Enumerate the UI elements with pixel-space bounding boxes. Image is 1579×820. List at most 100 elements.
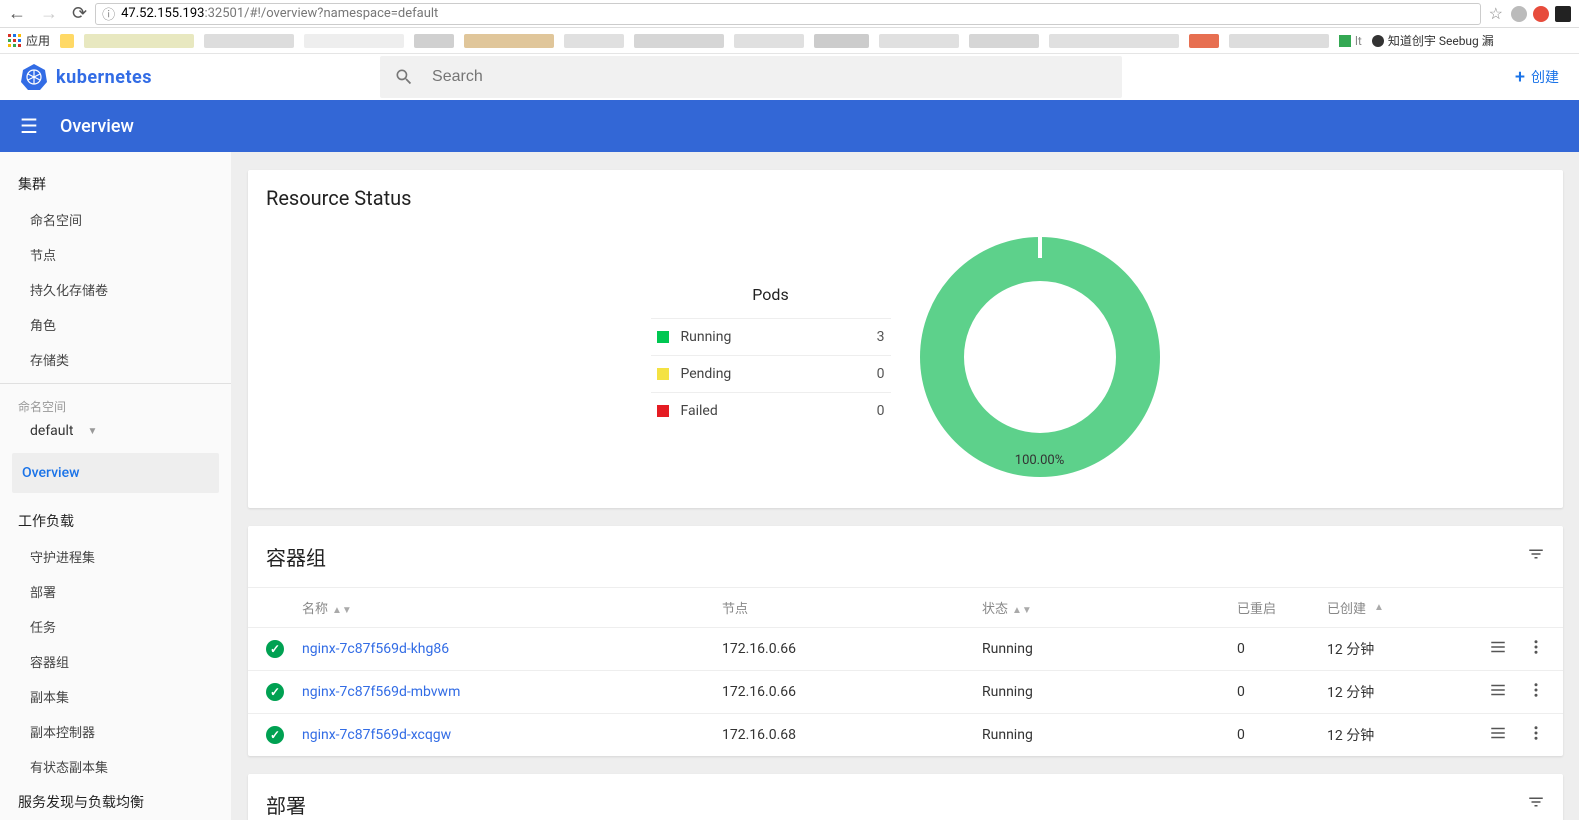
pod-name-link[interactable]: nginx-7c87f569d-xcqgw — [302, 727, 722, 743]
namespace-label: 命名空间 — [0, 390, 231, 415]
sidebar-item-pods[interactable]: 容器组 — [0, 644, 231, 679]
filter-icon[interactable] — [1527, 545, 1545, 568]
bookmark-item[interactable] — [1229, 34, 1329, 48]
bookmark-item[interactable] — [304, 34, 404, 48]
bookmark-item[interactable] — [814, 34, 869, 48]
bookmark-item[interactable] — [564, 34, 624, 48]
namespace-select[interactable]: default ▼ — [0, 415, 231, 453]
bookmark-item[interactable] — [60, 34, 74, 48]
sidebar-item-overview[interactable]: Overview — [12, 453, 219, 493]
pod-restarts: 0 — [1237, 727, 1327, 743]
ext-icon[interactable] — [1533, 6, 1549, 22]
pod-status: Running — [982, 684, 1237, 700]
more-icon[interactable] — [1527, 681, 1545, 703]
apps-button[interactable]: 应用 — [8, 32, 50, 49]
hamburger-icon[interactable]: ☰ — [20, 114, 38, 138]
col-age[interactable]: 已创建▲ — [1327, 598, 1427, 617]
forward-icon[interactable]: → — [40, 3, 58, 24]
url-input[interactable]: ⓘ 47.52.155.193:32501/#!/overview?namesp… — [95, 3, 1481, 25]
page-title: Overview — [60, 116, 134, 137]
sort-icon: ▲ — [1374, 602, 1384, 613]
info-icon: ⓘ — [102, 4, 115, 23]
bookmark-star-icon[interactable]: ☆ — [1489, 4, 1503, 23]
bookmark-item[interactable] — [969, 34, 1039, 48]
swatch-icon — [657, 405, 669, 417]
logo[interactable]: kubernetes — [20, 63, 152, 91]
pods-legend: Pods Running 3 Pending 0 Failed 0 — [651, 285, 891, 429]
donut-icon — [919, 236, 1161, 478]
plus-icon: + — [1515, 67, 1525, 88]
bookmark-item[interactable] — [634, 34, 724, 48]
bookmark-item[interactable] — [1049, 34, 1179, 48]
sidebar-item-rc[interactable]: 副本控制器 — [0, 714, 231, 749]
pods-table-head: 名称▲▼ 节点 状态▲▼ 已重启 已创建▲ — [248, 587, 1563, 627]
pod-name-link[interactable]: nginx-7c87f569d-khg86 — [302, 641, 722, 657]
apps-icon — [8, 34, 22, 48]
col-restarts[interactable]: 已重启 — [1237, 598, 1327, 617]
ext-icon[interactable] — [1511, 6, 1527, 22]
sidebar-item-replicaset[interactable]: 副本集 — [0, 679, 231, 714]
bookmark-item[interactable] — [734, 34, 804, 48]
legend-row-failed: Failed 0 — [651, 392, 891, 429]
sidebar-section-discovery[interactable]: 服务发现与负载均衡 — [0, 784, 231, 820]
table-row: ✓ nginx-7c87f569d-mbvwm 172.16.0.66 Runn… — [248, 670, 1563, 713]
sidebar-item-nodes[interactable]: 节点 — [0, 237, 231, 272]
sidebar-item-deployment[interactable]: 部署 — [0, 574, 231, 609]
sidebar-item-job[interactable]: 任务 — [0, 609, 231, 644]
sidebar-divider — [0, 383, 231, 384]
swatch-icon — [657, 331, 669, 343]
app-header: kubernetes + 创建 — [0, 54, 1579, 100]
url-host: 47.52.155.193 — [121, 6, 204, 21]
card-title: 部署 — [266, 790, 306, 819]
status-ok-icon: ✓ — [266, 683, 284, 701]
deployments-card: 部署 — [248, 774, 1563, 820]
filter-icon[interactable] — [1527, 793, 1545, 816]
search-box[interactable] — [380, 56, 1122, 98]
bookmark-item[interactable] — [414, 34, 454, 48]
status-ok-icon: ✓ — [266, 640, 284, 658]
logs-icon[interactable] — [1489, 681, 1507, 703]
sidebar-item-statefulset[interactable]: 有状态副本集 — [0, 749, 231, 784]
card-title: 容器组 — [266, 542, 326, 571]
sidebar-item-daemonset[interactable]: 守护进程集 — [0, 539, 231, 574]
sidebar-item-namespace[interactable]: 命名空间 — [0, 202, 231, 237]
more-icon[interactable] — [1527, 638, 1545, 660]
create-button[interactable]: + 创建 — [1515, 67, 1559, 88]
logs-icon[interactable] — [1489, 724, 1507, 746]
sidebar-item-pv[interactable]: 持久化存储卷 — [0, 272, 231, 307]
pods-card: 容器组 名称▲▼ 节点 状态▲▼ 已重启 已创建▲ ✓ nginx-7c87f5… — [248, 526, 1563, 756]
reload-icon[interactable]: ⟳ — [72, 3, 87, 24]
pod-node: 172.16.0.66 — [722, 641, 982, 657]
bookmark-item[interactable] — [464, 34, 554, 48]
card-title: Resource Status — [248, 170, 1563, 226]
browser-extensions — [1511, 6, 1571, 22]
col-name[interactable]: 名称▲▼ — [302, 598, 722, 617]
ext-icon[interactable] — [1555, 6, 1571, 22]
bookmark-item[interactable] — [204, 34, 294, 48]
browser-address-bar: ← → ⟳ ⓘ 47.52.155.193:32501/#!/overview?… — [0, 0, 1579, 28]
sidebar-section-workload[interactable]: 工作负载 — [0, 503, 231, 539]
back-icon[interactable]: ← — [8, 3, 26, 24]
search-input[interactable] — [432, 68, 1108, 86]
bookmark-item[interactable] — [879, 34, 959, 48]
bookmark-item[interactable]: lt — [1339, 34, 1362, 48]
bookmark-item[interactable] — [84, 34, 194, 48]
pod-restarts: 0 — [1237, 684, 1327, 700]
pod-name-link[interactable]: nginx-7c87f569d-mbvwm — [302, 684, 722, 700]
pod-node: 172.16.0.66 — [722, 684, 982, 700]
table-row: ✓ nginx-7c87f569d-khg86 172.16.0.66 Runn… — [248, 627, 1563, 670]
sidebar-item-storageclass[interactable]: 存储类 — [0, 342, 231, 377]
legend-title: Pods — [651, 285, 891, 304]
logs-icon[interactable] — [1489, 638, 1507, 660]
bookmark-item[interactable] — [1189, 34, 1219, 48]
donut-percent: 100.00% — [1015, 453, 1064, 468]
pod-age: 12 分钟 — [1327, 725, 1427, 745]
sidebar-section-cluster[interactable]: 集群 — [0, 166, 231, 202]
col-node[interactable]: 节点 — [722, 598, 982, 617]
logo-text: kubernetes — [56, 67, 152, 88]
url-rest: :32501/#!/overview?namespace=default — [204, 6, 438, 21]
sidebar-item-roles[interactable]: 角色 — [0, 307, 231, 342]
bookmark-item[interactable]: 知道创宇 Seebug 漏 — [1372, 32, 1494, 49]
col-status[interactable]: 状态▲▼ — [982, 598, 1237, 617]
more-icon[interactable] — [1527, 724, 1545, 746]
